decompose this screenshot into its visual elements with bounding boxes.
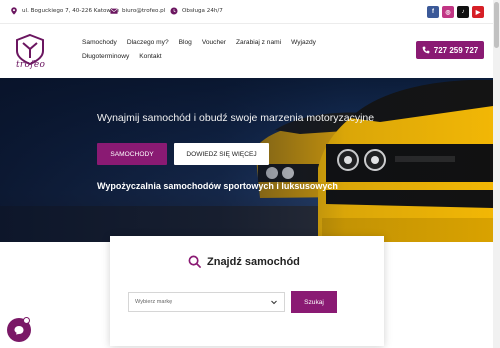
nav-item-kontakt[interactable]: Kontakt: [139, 52, 161, 61]
nav-item-dlugoterminowy[interactable]: Długoterminowy: [82, 52, 129, 61]
main-nav: Samochody Dlaczego my? Blog Voucher Zara…: [82, 38, 352, 61]
nav-item-dlaczego-my[interactable]: Dlaczego my?: [127, 38, 169, 47]
search-button[interactable]: Szukaj: [291, 291, 337, 313]
clock-icon: [170, 7, 178, 15]
service-info: Obsługa 24h/7: [170, 7, 223, 15]
scrollbar-thumb[interactable]: [494, 2, 499, 48]
car-search-card: Znajdź samochód Wybierz markę Szukaj: [110, 236, 384, 346]
hero-title: Wynajmij samochód i obudź swoje marzenia…: [97, 112, 375, 124]
page-scrollbar[interactable]: [493, 0, 500, 348]
address-text: ul. Boguckiego 7, 40-226 Katowice: [22, 8, 120, 14]
phone-button[interactable]: 727 259 727: [416, 41, 484, 59]
hero-banner: Wynajmij samochód i obudź swoje marzenia…: [0, 78, 493, 242]
logo-text: trofeo: [16, 60, 46, 70]
chat-notification-badge: [23, 317, 30, 324]
nav-item-samochody[interactable]: Samochody: [82, 38, 117, 47]
search-icon: [188, 255, 201, 268]
nav-item-zarabiaj[interactable]: Zarabiaj z nami: [236, 38, 281, 47]
youtube-icon[interactable]: ▶: [472, 6, 484, 18]
phone-icon: [422, 46, 430, 54]
envelope-icon: [110, 8, 118, 14]
tiktok-icon[interactable]: ♪: [457, 6, 469, 18]
brand-select-value: Wybierz markę: [135, 299, 173, 305]
email-info[interactable]: biuro@trofeo.pl: [110, 7, 165, 15]
hero-subtitle: Wypożyczalnia samochodów sportowych i lu…: [97, 181, 338, 191]
email-text: biuro@trofeo.pl: [122, 8, 166, 14]
phone-number: 727 259 727: [433, 45, 479, 55]
address-info: ul. Boguckiego 7, 40-226 Katowice: [10, 7, 119, 15]
chevron-down-icon: [271, 300, 277, 305]
facebook-icon[interactable]: f: [427, 6, 439, 18]
search-title: Znajdź samochód: [207, 255, 300, 268]
chat-icon: [14, 326, 24, 335]
social-links: f ◎ ♪ ▶: [427, 6, 484, 18]
search-heading: Znajdź samochód: [188, 255, 300, 268]
map-pin-icon: [11, 7, 17, 15]
brand-select[interactable]: Wybierz markę: [128, 292, 285, 312]
site-header: trofeo Samochody Dlaczego my? Blog Vouch…: [0, 24, 493, 78]
top-info-bar: ul. Boguckiego 7, 40-226 Katowice biuro@…: [0, 0, 493, 24]
service-text: Obsługa 24h/7: [182, 8, 223, 14]
cars-button[interactable]: SAMOCHODY: [97, 143, 167, 165]
nav-item-voucher[interactable]: Voucher: [202, 38, 226, 47]
instagram-icon[interactable]: ◎: [442, 6, 454, 18]
nav-item-wyjazdy[interactable]: Wyjazdy: [291, 38, 316, 47]
page: ul. Boguckiego 7, 40-226 Katowice biuro@…: [0, 0, 500, 348]
nav-item-blog[interactable]: Blog: [179, 38, 192, 47]
learn-more-button[interactable]: DOWIEDZ SIĘ WIĘCEJ: [174, 143, 269, 165]
